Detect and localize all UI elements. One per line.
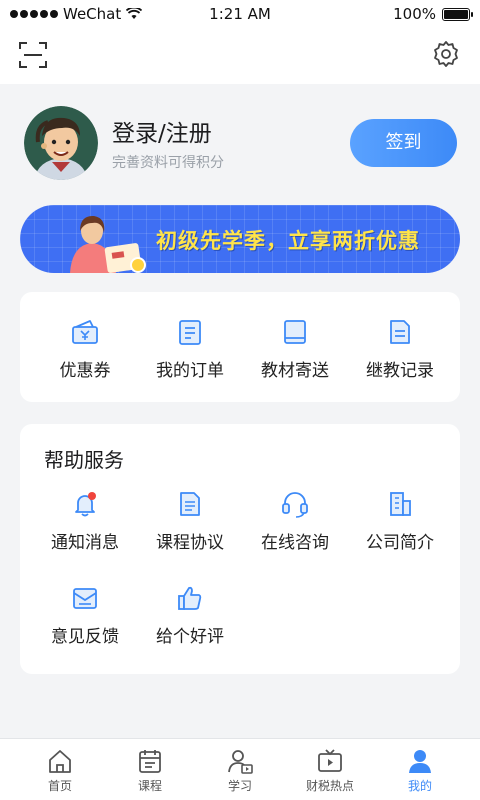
tab-home[interactable]: 首页 [12, 747, 108, 794]
order-icon [179, 320, 201, 345]
home-icon [49, 750, 71, 773]
mail-icon [73, 588, 97, 609]
user-icon [409, 750, 431, 773]
tab-study[interactable]: 学习 [192, 747, 288, 794]
menu-coupon[interactable]: 优惠券 [30, 318, 140, 381]
status-bar: WeChat 1:21 AM 100% [0, 0, 480, 28]
tab-tax-hotspots[interactable]: 财税热点 [282, 747, 378, 794]
tab-label: 课程 [137, 779, 162, 793]
help-label: 公司简介 [366, 533, 434, 553]
help-rate-us[interactable]: 给个好评 [135, 584, 245, 647]
profile-subtitle: 完善资料可得积分 [112, 155, 224, 171]
help-services-title: 帮助服务 [44, 448, 124, 472]
help-label: 课程协议 [156, 533, 224, 553]
gear-icon[interactable] [432, 40, 460, 68]
help-label: 给个好评 [156, 627, 224, 647]
help-feedback[interactable]: 意见反馈 [30, 584, 140, 647]
thumbs-up-icon [178, 586, 202, 610]
profile-section: 登录/注册 完善资料可得积分 签到 [0, 84, 480, 194]
help-label: 通知消息 [51, 533, 119, 553]
tab-mine[interactable]: 我的 [372, 747, 468, 794]
record-icon [390, 320, 410, 344]
login-register-link[interactable]: 登录/注册 [112, 114, 212, 148]
promo-banner[interactable]: 初级先学季，立享两折优惠 [20, 205, 460, 273]
top-bar [0, 28, 480, 84]
scan-icon[interactable] [18, 40, 48, 70]
banner-text: 初级先学季，立享两折优惠 [156, 229, 420, 253]
avatar[interactable] [24, 106, 98, 180]
help-notifications[interactable]: 通知消息 [30, 490, 140, 553]
help-label: 在线咨询 [261, 533, 329, 553]
calendar-icon [139, 750, 161, 773]
checkin-button[interactable]: 签到 [350, 119, 457, 167]
banner-illustration [70, 215, 146, 273]
tv-icon [318, 749, 342, 772]
coupon-icon [72, 320, 98, 344]
menu-label: 优惠券 [59, 361, 111, 381]
help-services-card: 帮助服务 通知消息 课程协议 在线咨询 公司简介 意见反馈 给个好评 [20, 424, 460, 674]
book-icon [284, 320, 306, 344]
document-icon [180, 492, 200, 516]
menu-label: 教材寄送 [261, 361, 329, 381]
headset-icon [282, 492, 308, 518]
bell-icon [75, 492, 96, 517]
menu-education-record[interactable]: 继教记录 [345, 318, 455, 381]
help-course-agreement[interactable]: 课程协议 [135, 490, 245, 553]
tab-courses[interactable]: 课程 [102, 747, 198, 794]
building-icon [390, 492, 411, 516]
battery-icon [442, 7, 473, 21]
menu-textbook-delivery[interactable]: 教材寄送 [240, 318, 350, 381]
quick-menu-card: 优惠券 我的订单 教材寄送 继教记录 [20, 292, 460, 402]
menu-label: 继教记录 [366, 361, 434, 381]
tab-label: 财税热点 [305, 779, 354, 793]
menu-label: 我的订单 [156, 361, 224, 381]
study-icon [228, 750, 253, 774]
tab-label: 学习 [227, 779, 252, 793]
tab-label: 我的 [407, 779, 432, 793]
help-company-profile[interactable]: 公司简介 [345, 490, 455, 553]
help-online-consultation[interactable]: 在线咨询 [240, 490, 350, 553]
menu-my-orders[interactable]: 我的订单 [135, 318, 245, 381]
avatar-illustration [24, 106, 98, 180]
bottom-tab-bar: 首页 课程 学习 财税热点 我的 [0, 738, 480, 800]
help-label: 意见反馈 [51, 627, 119, 647]
tab-label: 首页 [47, 779, 72, 793]
battery-info: 100% [393, 5, 473, 23]
battery-percent: 100% [393, 5, 436, 23]
